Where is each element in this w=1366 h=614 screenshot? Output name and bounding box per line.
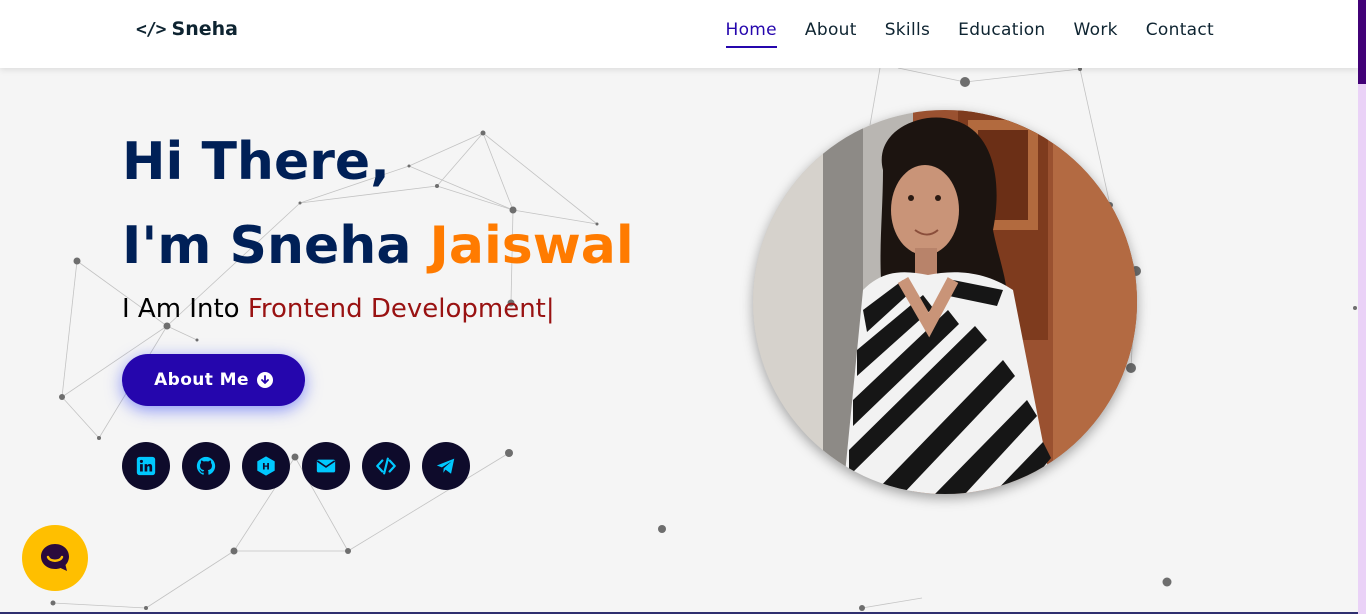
hashnode-icon: H [257,456,275,476]
hero-heading: Hi There, I'm Sneha Jaiswal [122,120,634,288]
chat-widget-button[interactable] [22,525,88,591]
code-link[interactable] [362,442,410,490]
about-me-label: About Me [154,370,249,390]
profile-photo-illustration [753,110,1137,494]
scrollbar-thumb[interactable] [1358,0,1366,84]
linkedin-link[interactable] [122,442,170,490]
telegram-link[interactable] [422,442,470,490]
arrow-down-circle-icon [256,372,273,388]
nav-education[interactable]: Education [958,20,1045,48]
nav-about[interactable]: About [805,20,857,48]
logo[interactable]: </> Sneha [136,18,238,40]
telegram-icon [436,458,455,474]
code-icon: </> [136,18,166,40]
typed-tagline: I Am Into Frontend Development| [122,294,555,324]
hero-intro: I'm Sneha [122,216,412,276]
linkedin-icon [136,456,156,476]
site-header: </> Sneha Home About Skills Education Wo… [0,0,1358,68]
svg-text:H: H [262,462,270,473]
typed-prefix: I Am Into [122,294,240,324]
nav-work[interactable]: Work [1074,20,1118,48]
profile-photo [753,110,1137,494]
mail-link[interactable] [302,442,350,490]
logo-text: Sneha [171,18,238,40]
typed-value: Frontend Development| [247,294,555,324]
github-icon [196,456,216,475]
nav-contact[interactable]: Contact [1146,20,1214,48]
mail-icon [316,459,336,473]
nav-home[interactable]: Home [725,20,777,48]
github-link[interactable] [182,442,230,490]
about-me-button[interactable]: About Me [122,354,305,406]
scrollbar-track[interactable] [1358,0,1366,614]
hero-greeting: Hi There, [122,132,390,192]
hero-name-accent: Jaiswal [429,216,634,276]
chat-bubble-icon [41,544,69,571]
hashnode-link[interactable]: H [242,442,290,490]
social-links: H [122,442,470,490]
nav-skills[interactable]: Skills [885,20,930,48]
main-nav: Home About Skills Education Work Contact [725,20,1214,48]
code-icon [376,457,396,475]
